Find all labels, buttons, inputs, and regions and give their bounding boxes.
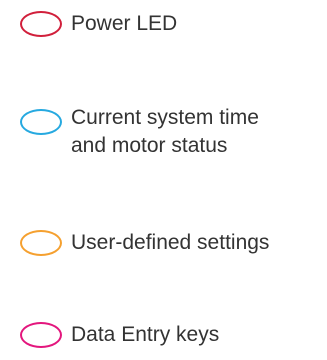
legend-label-power-led: Power LED (71, 12, 178, 35)
blue-outline-oval-icon (20, 109, 62, 135)
legend-label-user-settings: User-defined settings (71, 231, 270, 254)
legend-label-system-time-line1: Current system time (71, 106, 259, 129)
legend-label-system-time: Current system time and motor status (71, 104, 259, 160)
red-outline-oval-icon (20, 11, 62, 37)
orange-outline-oval-icon (20, 230, 62, 256)
legend-label-system-time-line2: and motor status (71, 134, 228, 157)
magenta-outline-oval-icon (20, 322, 62, 348)
legend-label-data-entry-keys: Data Entry keys (71, 323, 220, 346)
